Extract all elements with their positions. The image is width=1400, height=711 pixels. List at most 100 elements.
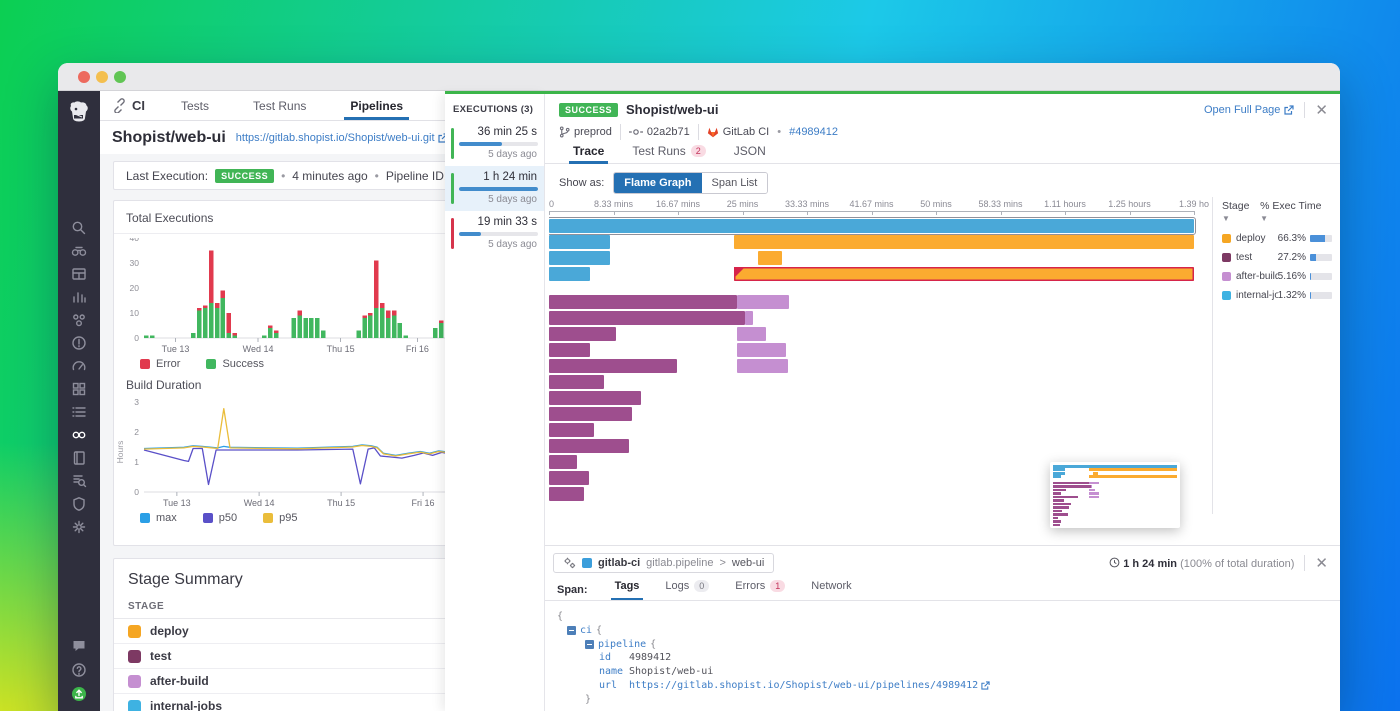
total-executions-chart[interactable]: 010203040Tue 13Wed 14Thu 15Fri 16	[114, 238, 445, 356]
sidebar-item-service-map[interactable]	[58, 308, 100, 331]
sidebar-item-dashboards[interactable]	[58, 262, 100, 285]
build-duration-chart[interactable]: 0123HoursTue 13Wed 14Thu 15Fri 16	[114, 396, 445, 510]
sidebar-item-watchdog[interactable]	[58, 239, 100, 262]
stage-row-internal-jobs[interactable]: internal-jobs	[114, 694, 445, 711]
sidebar-item-security[interactable]	[58, 492, 100, 515]
span-duration: 1 h 24 min (100% of total duration)	[1109, 557, 1294, 570]
datadog-logo-icon[interactable]	[65, 99, 93, 127]
help-icon	[71, 662, 87, 678]
flame-span-purple[interactable]	[549, 391, 641, 405]
sidebar-item-lists[interactable]	[58, 400, 100, 423]
panel-tab-json[interactable]: JSON	[720, 138, 780, 163]
sidebar-item-notebooks[interactable]	[58, 446, 100, 469]
stage-row-after-build[interactable]: after-build	[114, 669, 445, 694]
view-button-flame-graph[interactable]: Flame Graph	[614, 173, 701, 193]
stage-exec-pct: 1.32%	[1278, 290, 1306, 301]
legend-exectime-sort[interactable]: % Exec Time ▼	[1260, 200, 1332, 224]
flame-span-orange[interactable]	[758, 251, 783, 265]
flame-span-purple[interactable]	[549, 455, 577, 469]
legend-p95[interactable]: p95	[263, 512, 297, 524]
minimap-span	[1053, 506, 1069, 509]
nav-tab-pipelines[interactable]: Pipelines	[328, 91, 425, 120]
flame-span-purple[interactable]	[549, 295, 737, 309]
execution-item-3[interactable]: 19 min 33 s5 days ago	[445, 211, 544, 256]
view-button-span-list[interactable]: Span List	[702, 173, 768, 193]
legend-stage-after-build[interactable]: after-build5.16%	[1222, 271, 1332, 282]
minimize-window-button[interactable]	[96, 71, 108, 83]
flame-span-purple[interactable]	[549, 375, 604, 389]
span-tab-errors[interactable]: Errors1	[722, 580, 798, 599]
span-tab-network[interactable]: Network	[798, 580, 864, 599]
legend-error[interactable]: Error	[140, 358, 180, 370]
flame-span-lilac[interactable]	[737, 295, 789, 309]
nav-tab-test-runs[interactable]: Test Runs	[231, 91, 328, 120]
panel-tab-test-runs[interactable]: Test Runs2	[618, 138, 719, 163]
svg-text:20: 20	[130, 283, 140, 293]
legend-stage-deploy[interactable]: deploy66.3%	[1222, 233, 1332, 244]
sidebar-item-infrastructure[interactable]	[58, 377, 100, 400]
tab-label: Test Runs	[632, 144, 685, 158]
sidebar-item-ci[interactable]	[58, 423, 100, 446]
flame-span-purple[interactable]	[549, 407, 632, 421]
json-url-link[interactable]: https://gitlab.shopist.io/Shopist/web-ui…	[629, 679, 990, 693]
legend-stage-test[interactable]: test27.2%	[1222, 252, 1332, 263]
minimap-span	[1089, 482, 1099, 485]
flame-span-purple[interactable]	[549, 487, 584, 501]
flame-span-blue[interactable]	[549, 219, 1194, 233]
legend-stage-internal-jobs[interactable]: internal-jobs1.32%	[1222, 290, 1332, 301]
close-span-panel-icon[interactable]: ✕	[1315, 556, 1328, 571]
stage-row-deploy[interactable]: deploy	[114, 619, 445, 644]
flame-span-purple[interactable]	[549, 311, 745, 325]
flame-span-purple[interactable]	[549, 471, 589, 485]
stage-row-test[interactable]: test	[114, 644, 445, 669]
flame-span-lilac[interactable]	[737, 359, 788, 373]
open-full-page-link[interactable]: Open Full Page	[1204, 104, 1294, 116]
collapse-toggle-icon[interactable]	[585, 640, 594, 649]
minimap-span	[1053, 503, 1071, 506]
legend-p50[interactable]: p50	[203, 512, 237, 524]
flame-span-blue[interactable]	[549, 267, 590, 281]
sidebar-item-settings[interactable]	[58, 515, 100, 538]
repo-link[interactable]: https://gitlab.shopist.io/Shopist/web-ui…	[236, 132, 445, 144]
ci-brand[interactable]: CI	[100, 91, 159, 120]
flame-span-lilac[interactable]	[737, 343, 786, 357]
execution-item-2[interactable]: 1 h 24 min5 days ago	[445, 166, 544, 211]
flame-span-purple[interactable]	[549, 327, 616, 341]
panel-pipeline-id-link[interactable]: #4989412	[789, 126, 838, 138]
flame-span-purple[interactable]	[549, 359, 677, 373]
flame-span-blue[interactable]	[549, 251, 610, 265]
legend-success[interactable]: Success	[206, 358, 264, 370]
flame-minimap[interactable]	[1050, 462, 1180, 528]
sidebar-item-monitors[interactable]	[58, 331, 100, 354]
flame-span-purple[interactable]	[549, 423, 594, 437]
sidebar-item-help[interactable]	[58, 658, 100, 682]
panel-provider[interactable]: GitLab CI	[707, 126, 769, 138]
nav-tab-tests[interactable]: Tests	[159, 91, 231, 120]
flame-span-orange[interactable]	[734, 235, 1194, 249]
flame-span-purple[interactable]	[549, 439, 629, 453]
sidebar-item-apm[interactable]	[58, 354, 100, 377]
nav-tab-pipeline-exec[interactable]: Pipeline Exec	[425, 91, 445, 120]
sidebar-item-metrics[interactable]	[58, 285, 100, 308]
window-titlebar[interactable]	[58, 63, 1340, 91]
close-window-button[interactable]	[78, 71, 90, 83]
flame-span-orange[interactable]	[734, 267, 1194, 281]
sidebar-item-upgrade[interactable]	[58, 682, 100, 706]
span-tab-logs[interactable]: Logs0	[652, 580, 722, 599]
sidebar-item-log-explorer[interactable]	[58, 469, 100, 492]
sidebar-item-search[interactable]	[58, 216, 100, 239]
close-panel-icon[interactable]: ✕	[1315, 103, 1328, 118]
collapse-toggle-icon[interactable]	[567, 626, 576, 635]
flame-span-purple[interactable]	[549, 343, 590, 357]
panel-tab-trace[interactable]: Trace	[559, 138, 618, 163]
sidebar-item-chat[interactable]	[58, 634, 100, 658]
span-breadcrumb-chip[interactable]: gitlab-ci gitlab.pipeline > web-ui	[553, 553, 774, 573]
flame-span-lilac[interactable]	[745, 311, 753, 325]
legend-stage-sort[interactable]: Stage ▼	[1222, 200, 1260, 224]
flame-span-blue[interactable]	[549, 235, 610, 249]
maximize-window-button[interactable]	[114, 71, 126, 83]
flame-span-lilac[interactable]	[737, 327, 766, 341]
legend-max[interactable]: max	[140, 512, 177, 524]
execution-item-1[interactable]: 36 min 25 s5 days ago	[445, 121, 544, 166]
span-tab-tags[interactable]: Tags	[602, 580, 653, 599]
